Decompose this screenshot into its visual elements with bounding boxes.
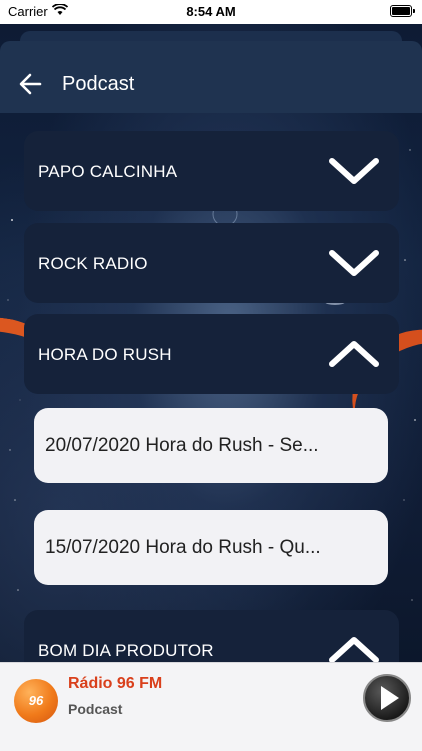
play-icon[interactable]	[362, 673, 412, 723]
station-logo: 96	[14, 679, 58, 723]
header-bar: Podcast	[0, 41, 422, 113]
episode-item[interactable]: 15/07/2020 Hora do Rush - Qu...	[34, 510, 388, 585]
accordion-item-papo-calcinha[interactable]: PAPO CALCINHA	[24, 131, 399, 211]
episode-title: 20/07/2020 Hora do Rush - Se...	[45, 435, 319, 456]
accordion-item-rock-radio[interactable]: ROCK RADIO	[24, 223, 399, 303]
chevron-down-icon[interactable]	[327, 245, 381, 281]
logo-text: 96	[28, 693, 44, 708]
accordion-label: BOM DIA PRODUTOR	[38, 641, 214, 660]
episode-title: 15/07/2020 Hora do Rush - Qu...	[45, 537, 321, 558]
page-title: Podcast	[62, 73, 135, 95]
clock: 8:54 AM	[186, 4, 236, 19]
station-name: Rádio 96 FM	[68, 675, 163, 692]
battery-icon	[390, 5, 415, 17]
status-bar: Carrier 8:54 AM	[0, 0, 422, 24]
player-subtitle: Podcast	[68, 701, 123, 717]
accordion-item-hora-do-rush[interactable]: HORA DO RUSH	[24, 314, 399, 394]
accordion-label: PAPO CALCINHA	[38, 162, 178, 181]
episode-item[interactable]: 20/07/2020 Hora do Rush - Se...	[34, 408, 388, 483]
chevron-down-icon[interactable]	[327, 153, 381, 189]
chevron-up-icon[interactable]	[327, 336, 381, 372]
arrow-left-icon[interactable]	[16, 71, 46, 97]
accordion-label: HORA DO RUSH	[38, 345, 172, 364]
accordion-label: ROCK RADIO	[38, 254, 148, 273]
mini-player[interactable]: 96 Rádio 96 FM Podcast	[0, 662, 422, 751]
